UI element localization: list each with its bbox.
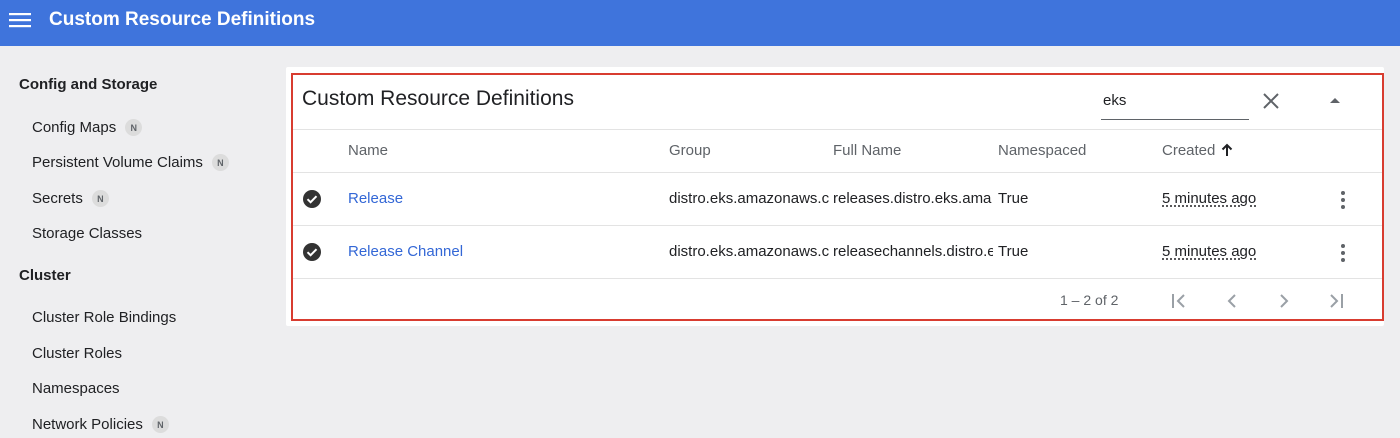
card-title: Custom Resource Definitions <box>302 87 574 110</box>
sidebar-item-config-maps[interactable]: Config Maps N <box>32 119 143 136</box>
chevron-right-icon <box>1280 294 1289 308</box>
menu-icon[interactable] <box>8 8 32 32</box>
namespaced-badge: N <box>151 416 169 433</box>
sidebar-item-label: Secrets <box>32 190 83 207</box>
sort-arrow-up-icon <box>1221 143 1233 156</box>
sidebar-item-label: Persistent Volume Claims <box>32 154 203 171</box>
sidebar-item-label: Namespaces <box>32 380 120 397</box>
arrow-drop-up-icon <box>1330 98 1340 103</box>
sidebar-item-label: Network Policies <box>32 416 143 433</box>
column-header-full-name[interactable]: Full Name <box>833 142 901 159</box>
clear-filter-button[interactable] <box>1259 89 1283 113</box>
sidebar-item-label: Cluster Roles <box>32 345 123 362</box>
crd-name-link[interactable]: Release <box>348 190 648 207</box>
crd-group: distro.eks.amazonaws.c <box>669 190 830 207</box>
first-page-button[interactable] <box>1169 290 1191 312</box>
sidebar-item-storage-classes[interactable]: Storage Classes <box>32 225 142 242</box>
sidebar-item-cluster-roles[interactable]: Cluster Roles <box>32 345 122 362</box>
namespaced-badge: N <box>91 190 109 207</box>
sidebar-section-cluster: Cluster <box>19 267 71 284</box>
top-app-bar: Custom Resource Definitions <box>0 0 1400 46</box>
check-circle-icon <box>303 243 321 261</box>
collapse-card-button[interactable] <box>1324 89 1346 111</box>
divider <box>293 172 1382 173</box>
column-header-namespaced[interactable]: Namespaced <box>998 142 1086 159</box>
first-page-icon <box>1172 294 1185 308</box>
previous-page-button[interactable] <box>1221 290 1243 312</box>
crd-full-name: releasechannels.distro.e <box>833 243 993 260</box>
filter-input[interactable] <box>1101 88 1249 120</box>
divider <box>293 278 1382 279</box>
sidebar-item-label: Storage Classes <box>32 225 143 242</box>
pagination-range: 1 – 2 of 2 <box>1060 292 1119 308</box>
crd-created: 5 minutes ago <box>1162 190 1257 207</box>
crd-name-link[interactable]: Release Channel <box>348 243 648 260</box>
divider <box>293 129 1382 130</box>
crd-full-name: releases.distro.eks.ama <box>833 190 992 207</box>
crd-namespaced: True <box>998 190 1029 207</box>
page-title: Custom Resource Definitions <box>49 9 316 30</box>
row-actions-button[interactable] <box>1331 188 1355 212</box>
divider <box>293 225 1382 226</box>
namespaced-badge: N <box>211 154 229 171</box>
check-circle-icon <box>303 190 321 208</box>
sidebar-section-config-and-storage: Config and Storage <box>19 76 158 93</box>
chevron-left-icon <box>1227 294 1236 308</box>
column-header-group[interactable]: Group <box>669 142 711 159</box>
last-page-button[interactable] <box>1324 290 1346 312</box>
sidebar-item-namespaces[interactable]: Namespaces <box>32 380 120 397</box>
crd-namespaced: True <box>998 243 1029 260</box>
column-header-created[interactable]: Created <box>1162 142 1215 159</box>
sidebar-item-cluster-role-bindings[interactable]: Cluster Role Bindings <box>32 309 176 326</box>
sidebar-item-network-policies[interactable]: Network Policies N <box>32 416 169 433</box>
more-vert-icon <box>1341 244 1345 262</box>
last-page-icon <box>1330 294 1343 308</box>
crd-group: distro.eks.amazonaws.c <box>669 243 830 260</box>
column-header-name[interactable]: Name <box>348 142 388 159</box>
namespaced-badge: N <box>125 119 143 136</box>
sidebar-item-label: Config Maps <box>32 119 117 136</box>
sidebar-item-label: Cluster Role Bindings <box>32 309 177 326</box>
next-page-button[interactable] <box>1273 290 1295 312</box>
sidebar-item-secrets[interactable]: Secrets N <box>32 190 109 207</box>
sidebar-item-persistent-volume-claims[interactable]: Persistent Volume Claims N <box>32 154 229 171</box>
row-actions-button[interactable] <box>1331 241 1355 265</box>
more-vert-icon <box>1341 191 1345 209</box>
crd-created: 5 minutes ago <box>1162 243 1257 260</box>
close-icon <box>1263 93 1279 109</box>
